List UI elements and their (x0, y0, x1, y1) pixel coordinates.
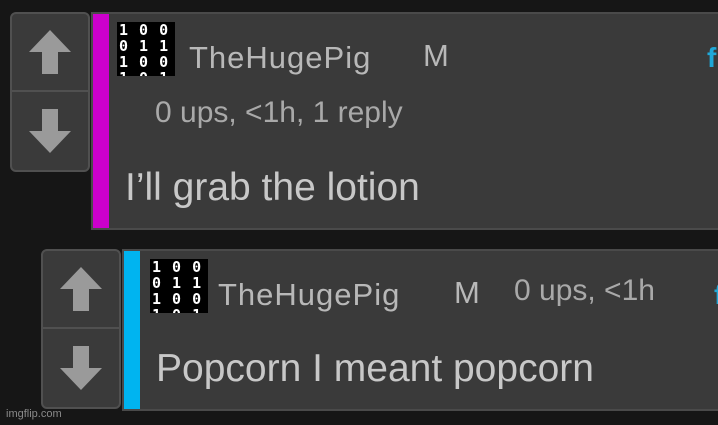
comment-meta: 0 ups, <1h, 1 reply (155, 96, 403, 129)
arrow-down-icon (29, 109, 71, 153)
downvote-button[interactable] (12, 92, 88, 170)
upvote-button[interactable] (12, 14, 88, 92)
upvote-button[interactable] (43, 251, 119, 329)
avatar[interactable]: 1 0 0 1 1 0 1 1 0 1 1 0 0 1 0 1 0 1 1 1 (117, 22, 175, 76)
accent-bar (93, 14, 109, 228)
comment-text: Popcorn I meant popcorn (156, 347, 594, 390)
username-link[interactable]: TheHugePig (189, 40, 371, 76)
arrow-up-icon (60, 267, 102, 311)
vote-controls (10, 12, 90, 172)
gender-label: M (423, 38, 449, 73)
watermark: imgflip.com (6, 408, 62, 420)
follow-link-partial[interactable]: f (714, 279, 718, 311)
comment-text: I’ll grab the lotion (125, 166, 420, 209)
downvote-button[interactable] (43, 329, 119, 407)
gender-label: M (454, 275, 480, 310)
comment-body: 1 0 0 1 1 0 1 1 0 1 1 0 0 1 0 1 0 1 1 1 … (91, 12, 718, 230)
arrow-down-icon (60, 346, 102, 390)
follow-link-partial[interactable]: f (707, 42, 716, 74)
comment-meta: 0 ups, <1h (514, 274, 655, 307)
arrow-up-icon (29, 30, 71, 74)
avatar[interactable]: 1 0 0 1 1 0 1 1 0 1 1 0 0 1 0 1 0 1 1 1 (150, 259, 208, 313)
vote-controls (41, 249, 121, 409)
accent-bar (124, 251, 140, 409)
username-link[interactable]: TheHugePig (218, 277, 400, 313)
comment-body: 1 0 0 1 1 0 1 1 0 1 1 0 0 1 0 1 0 1 1 1 … (122, 249, 718, 411)
